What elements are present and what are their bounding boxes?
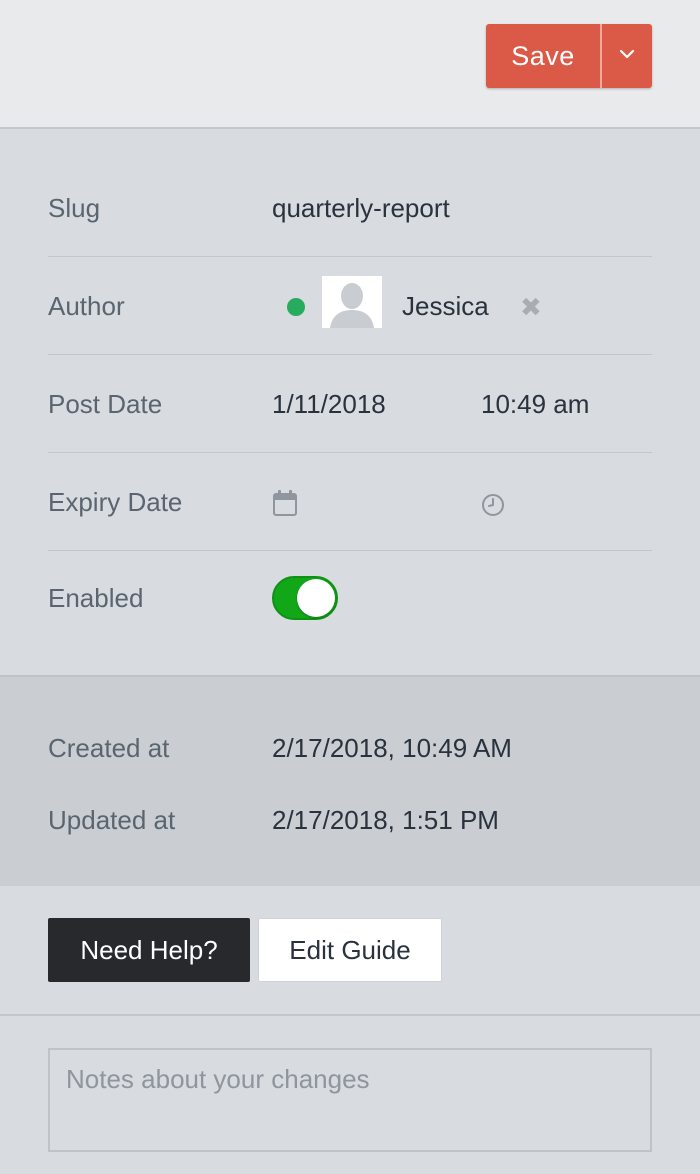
save-split-button: Save (486, 24, 652, 88)
notes-field[interactable] (48, 1048, 652, 1152)
post-date-row: Post Date 1/11/2018 10:49 am (48, 355, 652, 453)
post-date-label: Post Date (48, 389, 163, 419)
slug-row: Slug quarterly-report (48, 159, 652, 257)
author-name[interactable]: Jessica (402, 291, 489, 322)
save-options-button[interactable] (602, 24, 652, 88)
clock-icon[interactable] (481, 493, 505, 522)
post-time-input[interactable]: 10:49 am (481, 389, 589, 420)
author-row: Author Jessica ✖ (48, 257, 652, 355)
expiry-date-row: Expiry Date (48, 453, 652, 551)
slug-label: Slug (48, 193, 101, 223)
save-button[interactable]: Save (486, 24, 600, 88)
updated-at-value: 2/17/2018, 1:51 PM (272, 805, 499, 835)
header-toolbar: Save (0, 0, 700, 129)
post-date-input[interactable]: 1/11/2018 (272, 389, 386, 420)
created-at-label: Created at (48, 733, 170, 763)
need-help-button[interactable]: Need Help? (48, 918, 250, 982)
author-label: Author (48, 291, 125, 321)
slug-input[interactable]: quarterly-report (272, 193, 450, 224)
timestamps-panel: Created at 2/17/2018, 10:49 AM Updated a… (0, 677, 700, 886)
close-icon[interactable]: ✖ (520, 295, 542, 321)
enabled-toggle[interactable] (272, 576, 338, 620)
created-at-value: 2/17/2018, 10:49 AM (272, 733, 512, 763)
edit-guide-button[interactable]: Edit Guide (258, 918, 442, 982)
enabled-label: Enabled (48, 583, 144, 613)
user-silhouette-icon (322, 276, 382, 328)
avatar (322, 276, 382, 328)
entry-meta-panel: Slug quarterly-report Author Jessica ✖ P… (0, 129, 700, 677)
enabled-row: Enabled (48, 551, 652, 649)
updated-at-label: Updated at (48, 805, 176, 835)
calendar-icon[interactable] (272, 489, 298, 522)
expiry-date-label: Expiry Date (48, 487, 183, 517)
online-status-dot (287, 298, 305, 316)
help-panel: Need Help? Edit Guide (0, 886, 700, 1016)
toggle-knob (297, 579, 335, 617)
chevron-down-icon (618, 47, 636, 65)
